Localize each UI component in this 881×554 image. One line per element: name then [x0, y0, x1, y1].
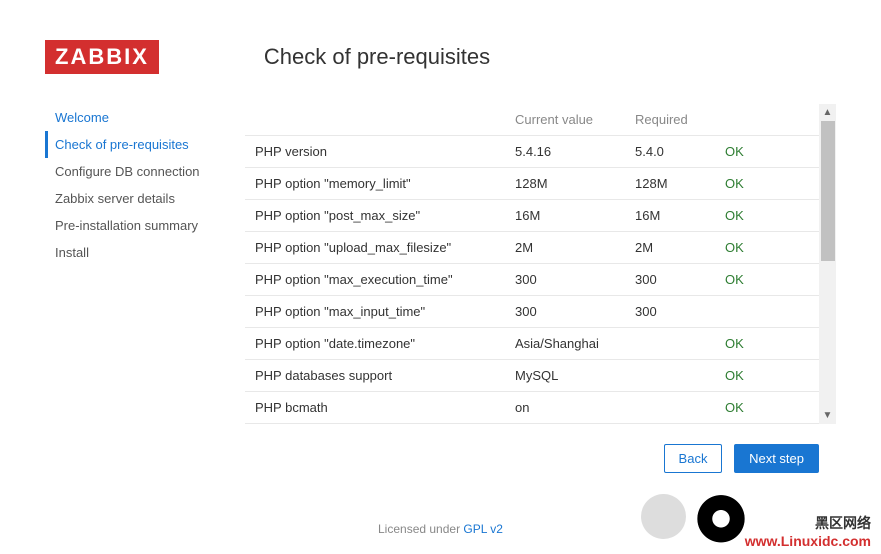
req-current: 300	[505, 264, 625, 296]
col-name	[245, 104, 505, 136]
req-required	[625, 392, 715, 424]
requirements-table: Current value Required PHP version5.4.16…	[245, 104, 836, 424]
req-required: 5.4.0	[625, 136, 715, 168]
req-required	[625, 424, 715, 425]
table-row: PHP version5.4.165.4.0OK	[245, 136, 836, 168]
main-area: Welcome Check of pre-requisites Configur…	[45, 104, 836, 473]
req-name: PHP option "upload_max_filesize"	[245, 232, 505, 264]
watermark-url: www.Linuxidc.com	[745, 533, 871, 549]
scroll-down-icon[interactable]: ▼	[819, 407, 836, 424]
req-required: 16M	[625, 200, 715, 232]
req-current: 300	[505, 296, 625, 328]
sidebar-item-db: Configure DB connection	[45, 158, 245, 185]
watermark: 黑区网络 www.Linuxidc.com	[745, 513, 871, 549]
req-name: PHP option "post_max_size"	[245, 200, 505, 232]
page-title: Check of pre-requisites	[264, 44, 490, 70]
req-status: OK	[715, 232, 836, 264]
scroll-up-icon[interactable]: ▲	[819, 104, 836, 121]
req-status: OK	[715, 136, 836, 168]
req-name: PHP version	[245, 136, 505, 168]
scroll-thumb[interactable]	[821, 121, 835, 261]
req-name: PHP option "memory_limit"	[245, 168, 505, 200]
col-current: Current value	[505, 104, 625, 136]
table-row: PHP bcmathon OK	[245, 392, 836, 424]
table-row: PHP option "date.timezone"Asia/Shanghai O…	[245, 328, 836, 360]
table-row: PHP mbstringon OK	[245, 424, 836, 425]
table-header-row: Current value Required	[245, 104, 836, 136]
req-required	[625, 328, 715, 360]
zabbix-logo: ZABBIX	[45, 40, 159, 74]
req-name: PHP databases support	[245, 360, 505, 392]
header-row: ZABBIX Check of pre-requisites	[45, 40, 836, 74]
sidebar-item-server: Zabbix server details	[45, 185, 245, 212]
tux-penguin-icon	[691, 494, 751, 549]
req-current: Asia/Shanghai	[505, 328, 625, 360]
table-row: PHP databases supportMySQL OK	[245, 360, 836, 392]
next-step-button[interactable]: Next step	[734, 444, 819, 473]
table-scroll: Current value Required PHP version5.4.16…	[245, 104, 836, 424]
back-button[interactable]: Back	[664, 444, 723, 473]
req-status: OK	[715, 424, 836, 425]
req-required: 300	[625, 296, 715, 328]
sidebar: Welcome Check of pre-requisites Configur…	[45, 104, 245, 473]
req-name: PHP bcmath	[245, 392, 505, 424]
sidebar-item-summary: Pre-installation summary	[45, 212, 245, 239]
req-current: on	[505, 392, 625, 424]
req-status: OK	[715, 328, 836, 360]
req-name: PHP option "max_input_time"	[245, 296, 505, 328]
req-name: PHP option "date.timezone"	[245, 328, 505, 360]
req-name: PHP option "max_execution_time"	[245, 264, 505, 296]
sidebar-item-welcome[interactable]: Welcome	[45, 104, 245, 131]
table-row: PHP option "post_max_size"16M16MOK	[245, 200, 836, 232]
req-current: 16M	[505, 200, 625, 232]
req-current: on	[505, 424, 625, 425]
req-name: PHP mbstring	[245, 424, 505, 425]
table-row: PHP option "max_input_time"300300	[245, 296, 836, 328]
col-required: Required	[625, 104, 715, 136]
table-row: PHP option "upload_max_filesize"2M2MOK	[245, 232, 836, 264]
license-link[interactable]: GPL v2	[463, 522, 503, 536]
scrollbar[interactable]: ▲ ▼	[819, 104, 836, 424]
nav-steps: Welcome Check of pre-requisites Configur…	[45, 104, 245, 266]
req-status: OK	[715, 360, 836, 392]
req-status	[715, 296, 836, 328]
button-row: Back Next step	[245, 444, 836, 473]
sidebar-item-install: Install	[45, 239, 245, 266]
sidebar-item-prereq[interactable]: Check of pre-requisites	[45, 131, 245, 158]
req-required: 300	[625, 264, 715, 296]
req-required: 2M	[625, 232, 715, 264]
watermark-circle-icon	[641, 494, 686, 539]
req-status: OK	[715, 168, 836, 200]
req-status: OK	[715, 392, 836, 424]
req-status: OK	[715, 264, 836, 296]
req-current: 128M	[505, 168, 625, 200]
req-status: OK	[715, 200, 836, 232]
table-row: PHP option "memory_limit"128M128MOK	[245, 168, 836, 200]
req-current: MySQL	[505, 360, 625, 392]
watermark-cn: 黑区网络	[745, 513, 871, 533]
installer-wrapper: ZABBIX Check of pre-requisites Welcome C…	[0, 0, 881, 554]
content: Current value Required PHP version5.4.16…	[245, 104, 836, 473]
req-current: 5.4.16	[505, 136, 625, 168]
col-status	[715, 104, 836, 136]
req-current: 2M	[505, 232, 625, 264]
table-row: PHP option "max_execution_time"300300OK	[245, 264, 836, 296]
req-required: 128M	[625, 168, 715, 200]
license-text: Licensed under	[378, 522, 463, 536]
req-required	[625, 360, 715, 392]
